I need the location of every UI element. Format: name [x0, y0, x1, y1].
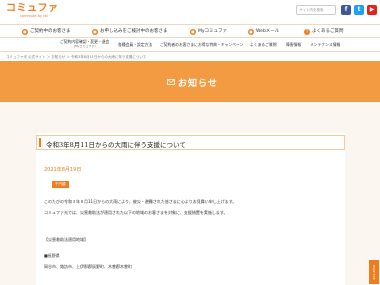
article-title-box: 令和3年8月11日からの大雨に伴う支援について: [36, 135, 345, 150]
subnav-label: よくあるご質問: [250, 42, 277, 47]
article-paragraph: コミュファ光では、災害救助法が適用された以下の地域のお客さまを対象に、支援措置を…: [44, 210, 228, 215]
article-paragraph: ■長野県: [44, 253, 60, 258]
subnav-settings[interactable]: 各種会員・設定方法: [118, 42, 152, 47]
nav-faq[interactable]: ? よくあるご質問: [304, 28, 344, 35]
subnav-sublabel: (Myコミュファ): [73, 44, 96, 48]
logo-subtext: commufa by ctc: [20, 14, 49, 18]
question-icon: ?: [304, 29, 310, 35]
article-paragraph: このたびの令和３年８月11日からの大雨により、被災・避難された皆さまに心よりお見…: [44, 199, 237, 204]
facebook-icon[interactable]: f: [341, 5, 351, 15]
logo-text: コミュファ: [6, 3, 59, 14]
nav-label: Myコミュファ: [198, 29, 228, 34]
twitter-icon[interactable]: t: [354, 5, 364, 15]
nav-label: よくあるご質問: [312, 29, 344, 34]
subnav-maintenance[interactable]: メンテナンス情報: [310, 42, 340, 47]
page-top-button[interactable]: PAGE TOP: [369, 260, 379, 284]
user-icon: ●: [190, 29, 196, 35]
nav-my-commufa[interactable]: ● Myコミュファ: [190, 28, 227, 35]
sub-navigation: ご契約内容確認・変更・退会 (Myコミュファ) 各種会員・設定方法 ご契約者のお客…: [0, 38, 380, 52]
youtube-icon[interactable]: ▶: [367, 5, 377, 15]
nav-label: Webメール: [256, 29, 280, 34]
person-icon: ●: [22, 29, 28, 35]
breadcrumb[interactable]: コミュファ光 公式サイト ＞ お知らせ ＞ 令和3年8月11日からの大雨に伴う支…: [6, 55, 146, 60]
site-search-input[interactable]: サイト内を検索: [296, 5, 336, 15]
site-header: コミュファ commufa by ctc サイト内を検索 f t ▶: [0, 0, 380, 22]
cart-icon: ●: [92, 29, 98, 35]
envelope-icon: [167, 79, 175, 85]
nav-webmail[interactable]: ● Webメール: [248, 28, 279, 35]
subnav-label: ご契約者のお客さまにお得な特典・キャンペーン: [160, 42, 244, 47]
subnav-label: 各種会員・設定方法: [118, 42, 153, 47]
article-title: 令和3年8月11日からの大雨に伴う支援について: [46, 141, 186, 149]
commufa-logo[interactable]: コミュファ commufa by ctc: [6, 3, 59, 19]
subnav-faq[interactable]: よくあるご質問: [250, 42, 277, 47]
article-card: [36, 133, 345, 285]
page-title: お知らせ: [178, 79, 218, 89]
subnav-label: メンテナンス情報: [310, 42, 341, 47]
mail-icon: ●: [248, 29, 254, 35]
subnav-outage[interactable]: 障害情報: [286, 42, 301, 47]
page-banner: お知らせ: [0, 61, 380, 102]
subnav-label: 障害情報: [286, 42, 302, 47]
nav-prospective-customers[interactable]: ● お申し込みをご検討中のお客さま: [92, 28, 168, 35]
nav-label: お申し込みをご検討中のお客さま: [100, 29, 168, 34]
subnav-campaign[interactable]: ご契約者のお客さまにお得な特典・キャンペーン: [160, 42, 243, 47]
article-date: 2021年8月19日: [44, 167, 82, 173]
title-accent-bar: [39, 138, 41, 147]
category-tag: 千円額: [52, 181, 69, 188]
article-paragraph: 【災害救助法適用地域】: [44, 237, 88, 242]
article-paragraph: 岡谷市、諏訪市、上伊那郡辰野町、木曽郡木曽町: [44, 264, 132, 269]
nav-label: ご契約中のお客さま: [30, 29, 71, 34]
subnav-contract[interactable]: ご契約内容確認・変更・退会 (Myコミュファ): [60, 39, 109, 49]
main-navigation: ● ご契約中のお客さま ● お申し込みをご検討中のお客さま ● Myコミュファ ● We…: [0, 24, 380, 38]
nav-current-customers[interactable]: ● ご契約中のお客さま: [22, 28, 71, 35]
